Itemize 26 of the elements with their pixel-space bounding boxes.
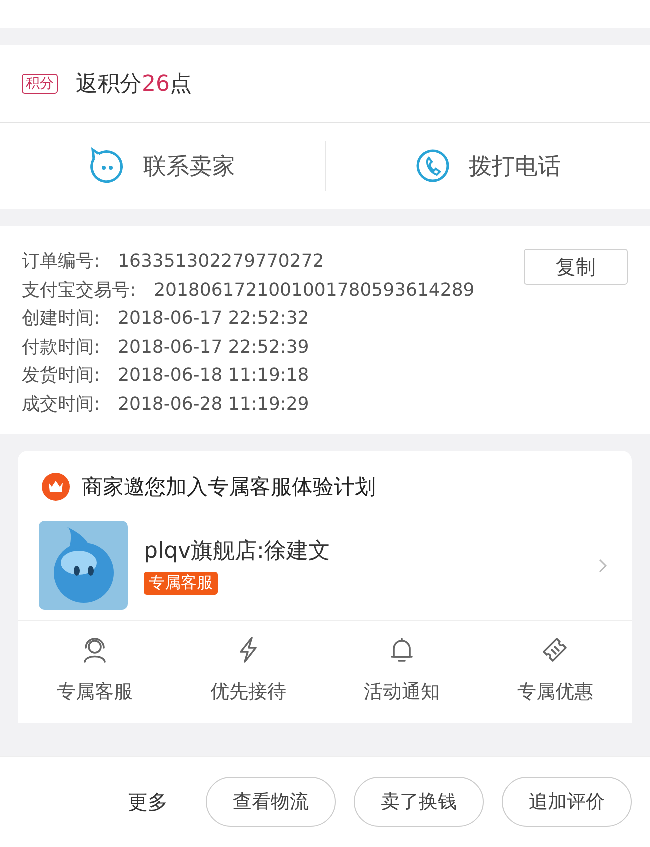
order-info-line: 成交时间: 2018-06-28 11:19:29: [22, 392, 310, 416]
action-button[interactable]: 追加评价: [502, 777, 632, 827]
more-button[interactable]: 更多: [122, 788, 174, 816]
benefit-item[interactable]: 活动通知: [325, 635, 478, 705]
order-info-line: 发货时间: 2018-06-18 11:19:18: [22, 364, 310, 388]
order-info-line: 付款时间: 2018-06-17 22:52:39: [22, 336, 310, 359]
order-info-line: 支付宝交易号: 2018061721001001780593614289: [22, 278, 475, 302]
benefit-item[interactable]: 优先接待: [172, 635, 325, 705]
store-name: plqv旗舰店:徐建文: [144, 538, 330, 566]
points-text: 返积分26点: [76, 70, 192, 98]
action-button[interactable]: 查看物流: [206, 777, 336, 827]
smiley-chat-icon: [89, 147, 126, 185]
card-title: 商家邀您加入专属客服体验计划: [82, 474, 376, 501]
points-badge: 积分: [22, 74, 58, 94]
service-tag: 专属客服: [144, 572, 218, 595]
chevron-right-icon[interactable]: [598, 558, 608, 574]
contact-seller-button[interactable]: 联系卖家: [0, 123, 324, 209]
benefit-item[interactable]: 专属客服: [18, 635, 172, 705]
phone-icon: [414, 148, 451, 184]
copy-button[interactable]: 复制: [524, 249, 628, 285]
action-button[interactable]: 卖了换钱: [354, 777, 484, 827]
call-button[interactable]: 拨打电话: [326, 123, 650, 209]
order-info-line: 订单编号: 163351302279770272: [22, 250, 324, 274]
crown-icon: [42, 473, 70, 501]
order-info-line: 创建时间: 2018-06-17 22:52:32: [22, 307, 310, 330]
benefit-item[interactable]: 专属优惠: [478, 635, 632, 705]
